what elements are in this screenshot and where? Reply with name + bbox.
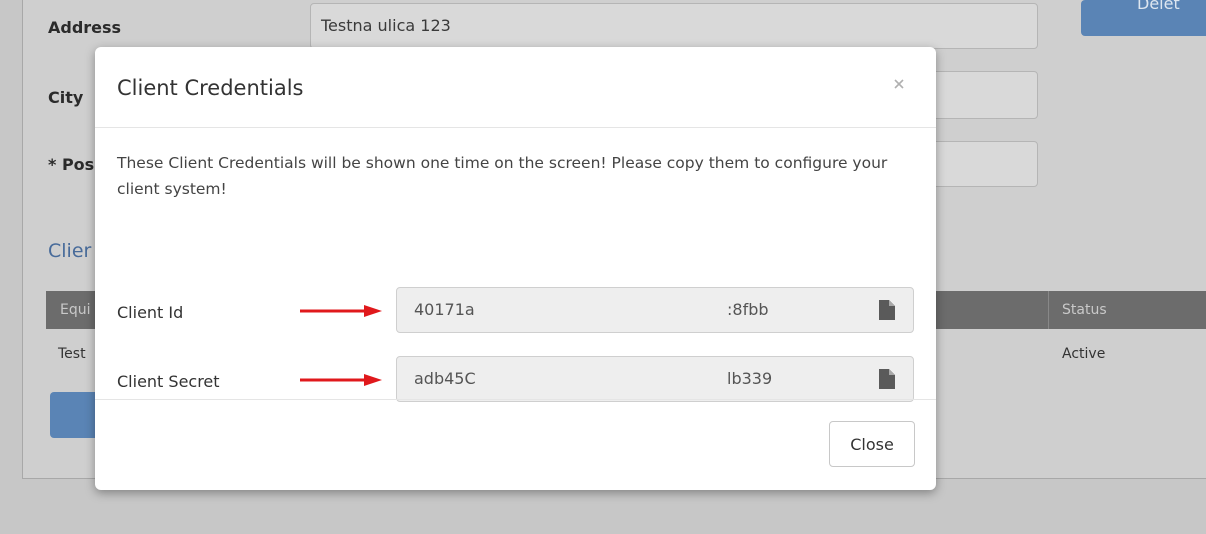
postal-code-input[interactable] xyxy=(930,141,1038,187)
column-header-status: Status xyxy=(1062,302,1107,318)
delete-button[interactable]: Delet xyxy=(1081,0,1206,36)
client-secret-value-end: lb339 xyxy=(727,369,773,388)
arrow-right-icon xyxy=(300,305,382,317)
address-input[interactable]: Testna ulica 123 xyxy=(310,3,1038,49)
client-secret-label: Client Secret xyxy=(117,372,220,391)
client-id-value-end: :8fbb xyxy=(727,300,769,319)
copy-icon[interactable] xyxy=(879,369,895,389)
column-header-equipment: Equi xyxy=(60,302,91,318)
address-label: Address xyxy=(48,18,122,37)
arrow-right-icon xyxy=(300,374,382,386)
credentials-notice: These Client Credentials will be shown o… xyxy=(117,154,888,198)
modal-footer: Close xyxy=(95,399,936,490)
client-id-value-start: 40171a xyxy=(414,300,475,319)
client-id-field[interactable]: 40171a :8fbb xyxy=(396,287,914,333)
table-cell-status: Active xyxy=(1062,346,1106,362)
modal-header: Client Credentials xyxy=(95,47,936,128)
client-id-label: Client Id xyxy=(117,303,184,322)
client-secret-value-start: adb45C xyxy=(414,369,476,388)
modal-body: These Client Credentials will be shown o… xyxy=(95,128,936,402)
city-input[interactable] xyxy=(930,71,1038,119)
client-credentials-modal: Client Credentials These Client Credenti… xyxy=(95,47,936,490)
postal-code-label: * Pos xyxy=(48,155,95,174)
address-value: Testna ulica 123 xyxy=(321,16,451,35)
modal-title: Client Credentials xyxy=(117,76,304,100)
client-secret-field[interactable]: adb45C lb339 xyxy=(396,356,914,402)
column-divider xyxy=(1048,291,1049,329)
close-button[interactable]: Close xyxy=(829,421,915,467)
clients-section-title: Clier xyxy=(48,240,92,262)
city-label: City xyxy=(48,88,84,107)
table-cell-equipment: Test xyxy=(58,346,86,362)
close-icon[interactable] xyxy=(892,77,906,91)
copy-icon[interactable] xyxy=(879,300,895,320)
